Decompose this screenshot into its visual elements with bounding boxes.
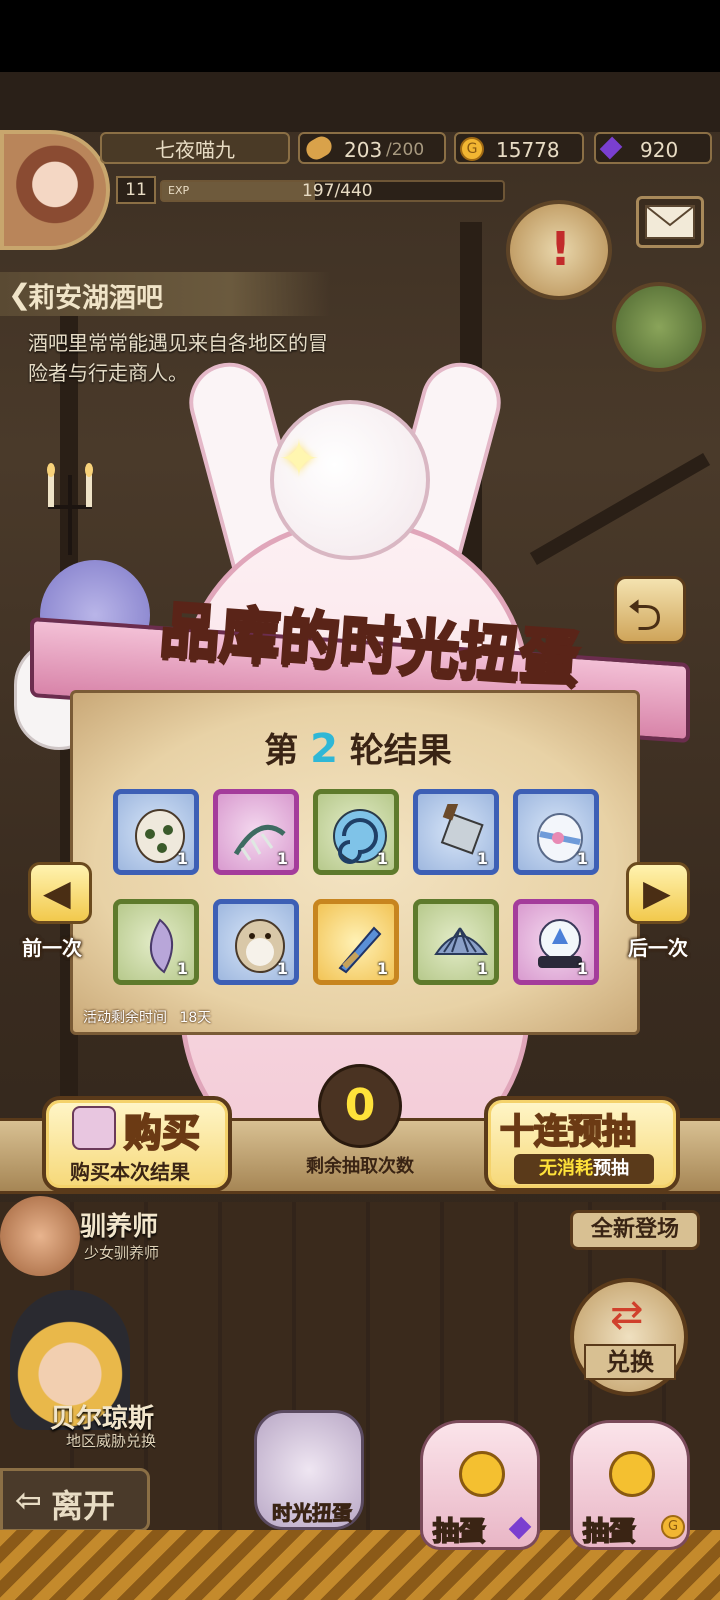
round-prefix: 第: [264, 731, 299, 771]
item-count: 1: [476, 959, 488, 978]
ten-preview-button[interactable]: 十连预抽 无消耗预抽: [484, 1096, 680, 1192]
triangle-left-icon: ◀: [43, 873, 71, 914]
round-heading: 第 2 轮结果: [73, 723, 643, 772]
item-count: 1: [176, 959, 188, 978]
sparkle-icon: ✦: [278, 430, 320, 488]
ten-label: 十连预抽: [499, 1111, 637, 1153]
event-time-label: 活动剩余时间: [83, 1010, 167, 1026]
result-item-slot[interactable]: 1: [413, 789, 499, 875]
arrow-left-icon: ⇦: [15, 1481, 42, 1519]
gacha-ticket-icon: [72, 1106, 116, 1150]
result-item-slot[interactable]: 1: [213, 789, 299, 875]
result-item-slot[interactable]: 1: [313, 899, 399, 985]
candelabra-icon: [47, 463, 93, 555]
stamina-current: 203: [344, 138, 383, 162]
mail-button[interactable]: [636, 196, 704, 248]
gold-counter[interactable]: G 15778: [454, 132, 584, 164]
leave-button[interactable]: ⇦ 离开: [0, 1468, 150, 1532]
event-time-value: 18天: [179, 1010, 212, 1026]
trainer-sub: 少女驯养师: [84, 1244, 160, 1262]
stamina-counter[interactable]: 203 /200: [298, 132, 446, 164]
buy-sub: 购买本次结果: [70, 1160, 190, 1184]
envelope-icon: [645, 205, 695, 239]
exclamation-icon: !: [550, 222, 571, 276]
status-bar: [0, 0, 720, 72]
gem-draw-label: 抽蛋: [432, 1516, 486, 1548]
gold-amount: 15778: [496, 138, 560, 162]
player-name: 七夜喵九: [100, 132, 290, 164]
triangle-right-icon: ▶: [643, 873, 671, 914]
item-count: 1: [176, 849, 188, 868]
bel-npc[interactable]: 贝尔琼斯 地区威胁兑换: [0, 1290, 180, 1450]
new-arrival-button[interactable]: 全新登场: [570, 1210, 700, 1250]
item-count: 1: [576, 849, 588, 868]
result-item-slot[interactable]: 1: [213, 899, 299, 985]
backpack-button[interactable]: [612, 282, 706, 372]
event-timer: 活动剩余时间 18天: [83, 1007, 211, 1027]
location-title: 莉安湖酒吧: [28, 283, 163, 314]
result-item-slot[interactable]: 1: [113, 899, 199, 985]
gold-draw-tab[interactable]: 抽蛋 G: [570, 1420, 690, 1550]
gold-coin-icon: G: [661, 1515, 685, 1539]
gem-amount: 920: [640, 138, 679, 162]
bread-icon: [302, 132, 336, 164]
ten-sub: 无消耗预抽: [514, 1154, 654, 1184]
prev-label: 前一次: [22, 936, 82, 960]
result-item-slot[interactable]: 1: [513, 789, 599, 875]
gem-draw-tab[interactable]: 抽蛋: [420, 1420, 540, 1550]
round-suffix: 轮结果: [349, 731, 452, 771]
item-count: 1: [376, 849, 388, 868]
item-count: 1: [376, 959, 388, 978]
gem-counter[interactable]: 920: [594, 132, 712, 164]
buy-button[interactable]: 购买 购买本次结果: [42, 1096, 232, 1192]
prev-button[interactable]: ◀: [28, 862, 92, 924]
round-number: 2: [310, 726, 338, 772]
exchange-button[interactable]: ⇄ 兑换: [570, 1278, 688, 1396]
next-label: 后一次: [628, 936, 688, 960]
return-arrow-icon: ⮌: [627, 590, 663, 641]
remaining-counter: 0: [318, 1064, 402, 1148]
time-gacha-label: 时光扭蛋: [272, 1501, 353, 1526]
egg-icon: [459, 1451, 505, 1497]
gold-draw-label: 抽蛋: [582, 1516, 636, 1548]
exp-bar: EXP 197/440: [160, 180, 505, 202]
exp-label: EXP: [168, 184, 190, 197]
location-title-bar: ❮ 莉安湖酒吧: [0, 272, 330, 316]
bel-sub: 地区威胁兑换: [66, 1432, 157, 1450]
leave-label: 离开: [51, 1487, 116, 1525]
result-item-slot[interactable]: 1: [113, 789, 199, 875]
trainer-portrait: [0, 1196, 80, 1276]
gacha-title-text: 品库的时光扭蛋: [156, 594, 583, 696]
exchange-label: 兑换: [584, 1344, 676, 1380]
remaining-label: 剩余抽取次数: [306, 1156, 414, 1177]
buy-label: 购买: [123, 1110, 201, 1156]
ten-sub-a: 无消耗: [539, 1158, 593, 1179]
next-button[interactable]: ▶: [626, 862, 690, 924]
gem-icon: [508, 1516, 532, 1540]
item-count: 1: [576, 959, 588, 978]
result-item-slot[interactable]: 1: [313, 789, 399, 875]
player-level: 11: [116, 176, 156, 204]
quest-scroll-button[interactable]: !: [506, 200, 612, 300]
ten-sub-b: 预抽: [593, 1158, 629, 1179]
result-item-slot[interactable]: 1: [513, 899, 599, 985]
trainer-name: 驯养师: [80, 1212, 159, 1242]
item-count: 1: [276, 849, 288, 868]
gold-coin-icon: G: [460, 137, 484, 161]
result-panel: 第 2 轮结果 1 1 1 1 1 1 1 1 1 1 活动剩余时间 18天: [70, 690, 640, 1035]
remaining-count: 0: [344, 1080, 376, 1131]
trainer-npc[interactable]: 驯养师 少女驯养师: [0, 1196, 170, 1276]
stamina-max: /200: [386, 140, 425, 160]
item-count: 1: [476, 849, 488, 868]
time-gacha-tab[interactable]: 时光扭蛋: [254, 1410, 364, 1530]
egg-icon: [609, 1451, 655, 1497]
gem-icon: [599, 136, 623, 160]
result-item-slot[interactable]: 1: [413, 899, 499, 985]
swap-arrows-icon: ⇄: [610, 1292, 644, 1338]
item-count: 1: [276, 959, 288, 978]
exp-text: 197/440: [302, 181, 373, 201]
